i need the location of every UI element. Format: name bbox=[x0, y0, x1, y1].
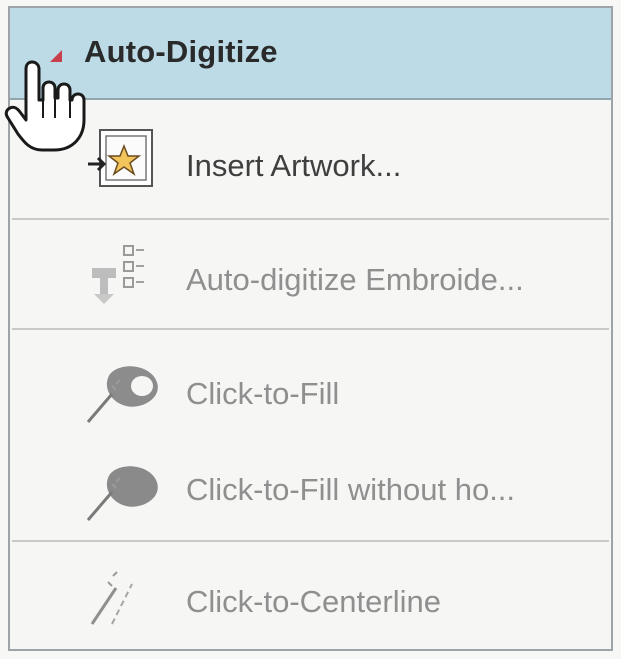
separator bbox=[12, 218, 609, 220]
auto-digitize-embroidery-icon bbox=[86, 238, 166, 308]
menu-item-auto-digitize-embroidery[interactable]: Auto-digitize Embroide... bbox=[10, 222, 611, 328]
collapse-triangle-icon[interactable] bbox=[50, 50, 62, 62]
auto-digitize-group-header[interactable]: Auto-Digitize bbox=[10, 8, 611, 100]
menu-item-click-to-fill[interactable]: Click-to-Fill bbox=[10, 332, 611, 442]
menu-item-label: Click-to-Centerline bbox=[186, 584, 441, 619]
menu-item-label: Auto-digitize Embroide... bbox=[186, 262, 524, 297]
menu-item-label: Click-to-Fill bbox=[186, 376, 340, 411]
separator bbox=[12, 328, 609, 330]
menu-item-insert-artwork[interactable]: Insert Artwork... bbox=[10, 108, 611, 218]
menu-item-label: Insert Artwork... bbox=[186, 148, 402, 183]
menu-item-click-to-centerline[interactable]: Click-to-Centerline bbox=[10, 544, 611, 648]
click-to-fill-without-holes-icon bbox=[86, 456, 166, 526]
menu-item-label: Click-to-Fill without ho... bbox=[186, 472, 516, 507]
group-title: Auto-Digitize bbox=[84, 34, 278, 69]
click-to-centerline-icon bbox=[86, 562, 166, 632]
insert-artwork-icon bbox=[86, 126, 166, 196]
menu-item-click-to-fill-without-holes[interactable]: Click-to-Fill without ho... bbox=[10, 442, 611, 538]
click-to-fill-icon bbox=[86, 356, 166, 426]
separator bbox=[12, 540, 609, 542]
auto-digitize-panel: Auto-Digitize Insert Artwork... Auto-dig… bbox=[8, 6, 613, 651]
